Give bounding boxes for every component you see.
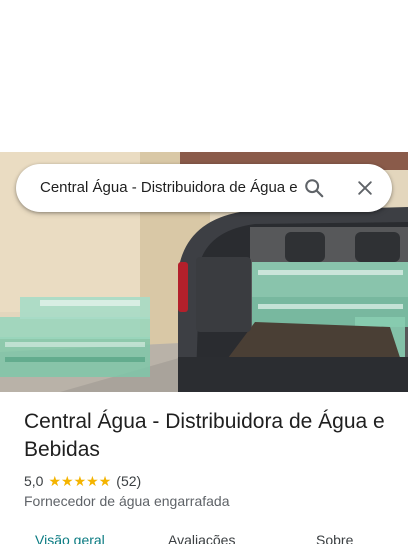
rating-row[interactable]: 5,0 ★ ★ ★ ★ ★ (52) — [24, 472, 394, 490]
map-blank-area — [0, 0, 408, 152]
star-icon: ★ — [61, 473, 74, 489]
review-count[interactable]: (52) — [116, 472, 141, 490]
close-button[interactable] — [351, 174, 379, 202]
place-title: Central Água - Distribuidora de Água e B… — [24, 410, 385, 461]
place-info: Central Água - Distribuidora de Água e B… — [24, 408, 394, 510]
tab-about[interactable]: Sobre — [316, 532, 353, 544]
search-icon — [305, 179, 324, 198]
star-icon: ★ — [86, 473, 99, 489]
star-icon: ★ — [48, 473, 62, 489]
rating-value: 5,0 — [24, 473, 44, 489]
search-button[interactable] — [300, 174, 328, 202]
place-tabs: Visão geral Avaliações Sobre — [0, 528, 408, 544]
rating-stars: ★ ★ ★ ★ ★ — [48, 474, 111, 488]
tab-overview[interactable]: Visão geral — [35, 532, 105, 544]
star-icon: ★ — [98, 473, 112, 489]
place-category: Fornecedor de água engarrafada — [24, 493, 230, 509]
search-bar[interactable]: Central Água - Distribuidora de Água e B… — [16, 164, 392, 212]
close-icon — [358, 181, 372, 195]
search-input[interactable]: Central Água - Distribuidora de Água e B… — [40, 178, 302, 198]
tab-reviews[interactable]: Avaliações — [168, 532, 235, 544]
star-icon: ★ — [73, 473, 87, 489]
